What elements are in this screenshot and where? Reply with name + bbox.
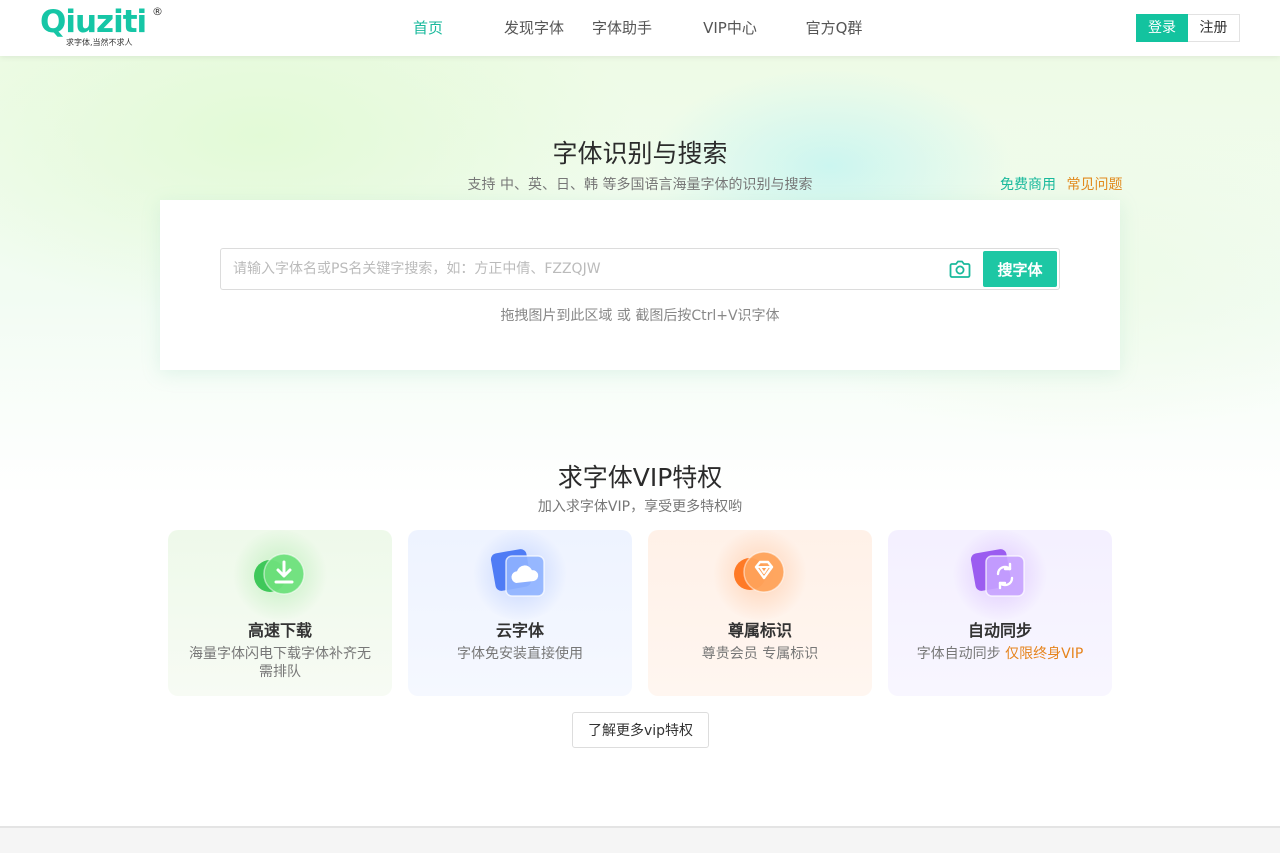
nav-item-discover[interactable]: 发现字体 [470, 0, 598, 56]
nav-item-qq-group[interactable]: 官方Q群 [790, 0, 878, 56]
vip-card-title: 高速下载 [247, 621, 312, 640]
hero-title: 字体识别与搜索 [552, 139, 728, 168]
register-button[interactable]: 注册 [1188, 14, 1240, 42]
vip-section-subtitle: 加入求字体VIP，享受更多特权哟 [537, 499, 743, 515]
learn-more-vip-button[interactable]: 了解更多vip特权 [572, 712, 709, 748]
site-logo[interactable]: Qiuziti ® 求字体,当然不求人 [40, 4, 164, 50]
search-button[interactable]: 搜字体 [983, 251, 1057, 287]
search-box: 搜字体 [220, 248, 1060, 290]
vip-card-title: 尊属标识 [727, 621, 792, 640]
vip-section-title: 求字体VIP特权 [557, 463, 723, 492]
vip-card-cloud-font[interactable]: 云字体 字体免安装直接使用 [408, 530, 632, 696]
nav-item-home[interactable]: 首页 [390, 0, 466, 56]
search-input[interactable] [221, 249, 941, 289]
logo-registered-mark: ® [152, 5, 163, 18]
drop-hint: 拖拽图片到此区域 或 截图后按Ctrl+V识字体 [500, 308, 780, 324]
vip-card-desc: 海量字体闪电下载字体补齐无需排队 [189, 646, 371, 680]
vip-card-desc: 尊贵会员 专属标识 [701, 646, 819, 662]
faq-link[interactable]: 常见问题 [1066, 177, 1122, 193]
hero-links: 免费商用 常见问题 [1000, 174, 1122, 194]
nav-item-font-assistant[interactable]: 字体助手 [584, 0, 660, 56]
free-commercial-link[interactable]: 免费商用 [1000, 177, 1056, 193]
nav-item-vip-center[interactable]: VIP中心 [680, 0, 780, 56]
vip-card-exclusive-badge[interactable]: 尊属标识 尊贵会员 专属标识 [648, 530, 872, 696]
sync-icon [970, 548, 1030, 600]
vip-card-desc-text: 字体自动同步 [916, 646, 1006, 662]
cloud-icon [490, 548, 550, 600]
vip-card-desc: 字体免安装直接使用 [457, 646, 583, 662]
logo-slogan: 求字体,当然不求人 [66, 38, 133, 47]
main-nav: 首页 发现字体 字体助手 VIP中心 官方Q群 [390, 0, 878, 56]
vip-card-title: 云字体 [495, 621, 544, 640]
logo-wordmark: Qiuziti [40, 4, 147, 40]
vip-card-title: 自动同步 [967, 621, 1032, 640]
login-button[interactable]: 登录 [1136, 14, 1188, 42]
camera-icon[interactable] [949, 259, 971, 279]
search-card[interactable]: 搜字体 拖拽图片到此区域 或 截图后按Ctrl+V识字体 [160, 200, 1120, 370]
download-icon [250, 548, 310, 600]
vip-card-fast-download[interactable]: 高速下载 海量字体闪电下载字体补齐无需排队 [168, 530, 392, 696]
vip-card-desc: 字体自动同步 仅限终身VIP [908, 645, 1092, 663]
diamond-icon [730, 548, 790, 600]
vip-card-auto-sync[interactable]: 自动同步 字体自动同步 仅限终身VIP [888, 530, 1112, 696]
lifetime-vip-highlight: 仅限终身VIP [1005, 646, 1084, 662]
top-header: Qiuziti ® 求字体,当然不求人 首页 发现字体 字体助手 VIP中心 官… [0, 0, 1280, 56]
auth-buttons: 登录 注册 [1136, 14, 1240, 42]
footer [0, 826, 1280, 853]
